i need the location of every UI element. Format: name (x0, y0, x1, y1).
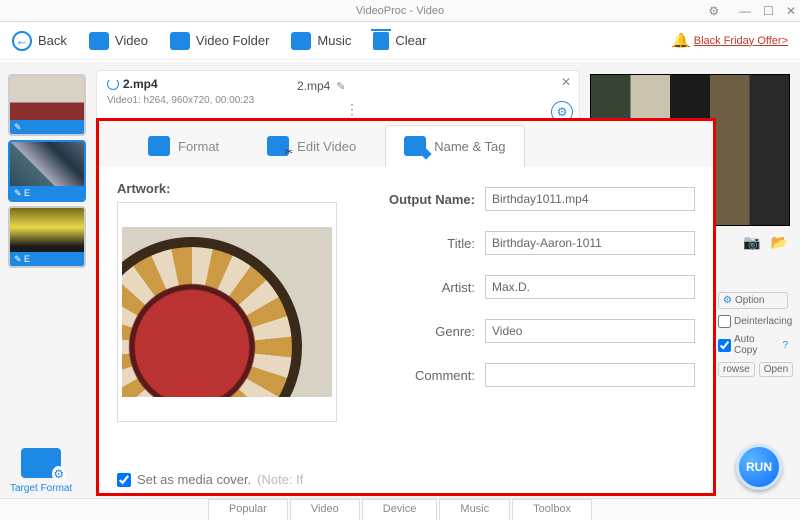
media-cover-row: Set as media cover. (Note: If (117, 472, 303, 487)
video-output-filename: 2.mp4 ✎ (297, 79, 346, 93)
media-cover-checkbox[interactable] (117, 473, 131, 487)
format-icon (148, 136, 170, 156)
promo-label: Black Friday Offer> (694, 35, 788, 47)
thumbnail-list: ✎ ✎ E ✎ E (8, 74, 86, 272)
title-input[interactable] (485, 231, 695, 255)
window-controls: ⚙ — ☐ ✕ (708, 4, 796, 18)
open-button[interactable]: Open (759, 362, 793, 377)
browse-button[interactable]: rowse (718, 362, 755, 377)
thumbnail-item[interactable]: ✎ E (8, 140, 86, 202)
media-cover-note: (Note: If (257, 472, 303, 487)
comment-label: Comment: (365, 368, 485, 383)
edit-icon[interactable]: ✎ E (14, 188, 30, 199)
footer-tab-music[interactable]: Music (439, 499, 510, 520)
maximize-button[interactable]: ☐ (763, 4, 774, 18)
title-bar: VideoProc - Video ⚙ — ☐ ✕ (0, 0, 800, 22)
title-label: Title: (365, 236, 485, 251)
tab-edit-video[interactable]: Edit Video (248, 125, 375, 167)
music-icon (291, 32, 311, 50)
minimize-button[interactable]: — (739, 4, 751, 18)
comment-input[interactable] (485, 363, 695, 387)
footer-tab-popular[interactable]: Popular (208, 499, 288, 520)
add-video-button[interactable]: Video (89, 32, 148, 50)
preview-actions: 📷 📂 (743, 234, 788, 251)
footer-tab-video[interactable]: Video (290, 499, 360, 520)
add-music-button[interactable]: Music (291, 32, 351, 50)
music-label: Music (317, 33, 351, 48)
video-info: Video1: h264, 960x720, 00:00:23 (107, 95, 569, 106)
thumbnail-item[interactable]: ✎ E (8, 206, 86, 268)
edit-panel: Format Edit Video Name & Tag Artwork: Ou… (96, 118, 716, 496)
edit-video-icon (267, 136, 289, 156)
edit-icon[interactable]: ✎ E (14, 254, 30, 265)
tab-name-tag[interactable]: Name & Tag (385, 125, 524, 167)
target-format-icon (21, 448, 61, 478)
more-icon[interactable]: ⋮ (345, 101, 359, 118)
video-icon (89, 32, 109, 50)
video-label: Video (115, 33, 148, 48)
back-button[interactable]: ← Back (12, 31, 67, 51)
artist-input[interactable] (485, 275, 695, 299)
video-folder-label: Video Folder (196, 33, 269, 48)
main-toolbar: ← Back Video Video Folder Music Clear 🔔 … (0, 22, 800, 60)
thumbnail-image (10, 76, 84, 124)
thumbnail-item[interactable]: ✎ (8, 74, 86, 136)
deinterlacing-checkbox[interactable]: Deinterlacing (718, 315, 788, 328)
video-folder-icon (170, 32, 190, 50)
media-cover-label: Set as media cover. (137, 472, 251, 487)
name-tag-icon (404, 136, 426, 156)
metadata-fields: Output Name: Title: Artist: Genre: Comme… (365, 187, 695, 407)
tab-format[interactable]: Format (129, 125, 238, 167)
genre-input[interactable] (485, 319, 695, 343)
artist-label: Artist: (365, 280, 485, 295)
footer-tab-device[interactable]: Device (362, 499, 438, 520)
artwork-box[interactable] (117, 202, 337, 422)
output-name-label: Output Name: (365, 192, 485, 207)
target-format-button[interactable]: Target Format (10, 448, 72, 494)
promo-link[interactable]: 🔔 Black Friday Offer> (672, 32, 788, 49)
clear-label: Clear (395, 33, 426, 48)
output-name-input[interactable] (485, 187, 695, 211)
panel-tabs: Format Edit Video Name & Tag (99, 121, 713, 167)
remove-item-button[interactable]: ✕ (561, 75, 571, 89)
add-video-folder-button[interactable]: Video Folder (170, 32, 269, 50)
option-button[interactable]: ⚙ Option (718, 292, 788, 309)
run-button[interactable]: RUN (736, 444, 782, 490)
gear-icon: ⚙ (723, 295, 732, 306)
main-area: ✎ ✎ E ✎ E 2.mp4 Video1: h264, 960x720, 0… (0, 62, 800, 498)
open-folder-icon[interactable]: 📂 (771, 234, 788, 251)
thumbnail-image (10, 208, 84, 256)
settings-icon[interactable]: ⚙ (708, 4, 719, 18)
back-label: Back (38, 33, 67, 48)
target-format-label: Target Format (10, 483, 72, 494)
panel-body: Artwork: Output Name: Title: Artist: (99, 167, 713, 493)
trash-icon (373, 32, 389, 50)
footer-tabs: Popular Video Device Music Toolbox (0, 498, 800, 520)
options-panel: ⚙ Option Deinterlacing Auto Copy ? rowse… (718, 292, 788, 377)
thumbnail-image (10, 142, 84, 190)
genre-label: Genre: (365, 324, 485, 339)
bell-icon: 🔔 (672, 32, 689, 49)
snapshot-icon[interactable]: 📷 (743, 234, 760, 251)
app-title: VideoProc - Video (356, 5, 444, 17)
autocopy-checkbox[interactable]: Auto Copy ? (718, 334, 788, 356)
refresh-icon[interactable] (107, 78, 119, 90)
back-icon: ← (12, 31, 32, 51)
artwork-image (122, 227, 332, 397)
edit-icon[interactable]: ✎ (14, 122, 22, 133)
close-button[interactable]: ✕ (786, 4, 796, 18)
clear-button[interactable]: Clear (373, 32, 426, 50)
rename-icon[interactable]: ✎ (336, 80, 345, 93)
footer-tab-toolbox[interactable]: Toolbox (512, 499, 592, 520)
